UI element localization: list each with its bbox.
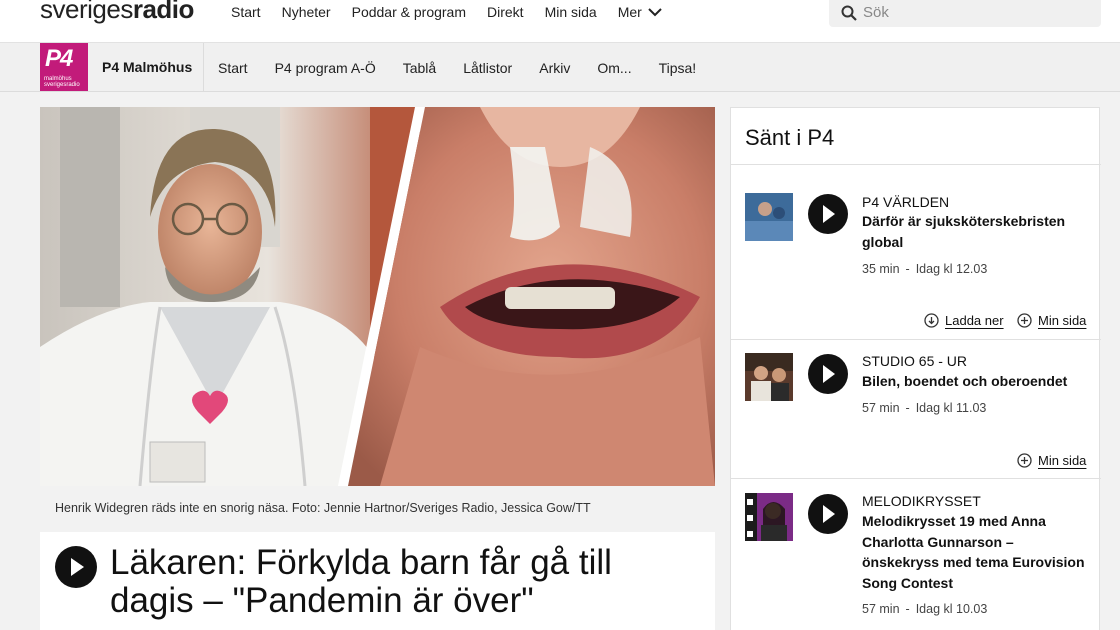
nav-nyheter[interactable]: Nyheter xyxy=(282,4,331,20)
p4-logo-subtext: malmöhus sverigesradio xyxy=(44,76,80,88)
episode-duration: 57 min xyxy=(862,602,900,616)
play-episode-button[interactable] xyxy=(808,354,848,394)
episode-item: STUDIO 65 - UR Bilen, boendet och oberoe… xyxy=(731,340,1101,478)
episode-title[interactable]: Melodikrysset 19 med Anna Charlotta Gunn… xyxy=(862,511,1087,593)
episode-title[interactable]: Bilen, boendet och oberoendet xyxy=(862,371,1087,392)
episode-program[interactable]: MELODIKRYSSET xyxy=(862,493,981,509)
channel-divider xyxy=(203,43,204,91)
search-input[interactable] xyxy=(863,2,1083,22)
main-nav: Start Nyheter Poddar & program Direkt Mi… xyxy=(231,4,683,20)
channel-bar: P4 malmöhus sverigesradio P4 Malmöhus Sta… xyxy=(0,43,1120,92)
episode-thumbnail[interactable] xyxy=(745,493,793,541)
play-episode-button[interactable] xyxy=(808,194,848,234)
channel-nav-latlistor[interactable]: Låtlistor xyxy=(463,60,512,76)
sveriges-radio-logo[interactable]: sverigesradio xyxy=(40,0,194,25)
p4-logo-sub2: sverigesradio xyxy=(44,82,80,88)
add-to-my-page-button[interactable]: Min sida xyxy=(1017,313,1086,328)
episode-program[interactable]: STUDIO 65 - UR xyxy=(862,353,967,369)
my-page-label: Min sida xyxy=(1038,313,1087,328)
top-header: sverigesradio Start Nyheter Poddar & pro… xyxy=(0,0,1120,43)
image-caption: Henrik Widegren räds inte en snorig näsa… xyxy=(40,486,715,532)
my-page-label: Min sida xyxy=(1038,453,1087,468)
download-icon xyxy=(924,313,939,328)
search-box[interactable] xyxy=(829,0,1101,27)
meta-separator: - xyxy=(905,602,910,616)
episode-title[interactable]: Därför är sjuksköterskebristen global xyxy=(862,211,1087,252)
episode-thumbnail-image xyxy=(745,493,793,541)
episode-time: Idag kl 12.03 xyxy=(915,262,988,276)
episode-program[interactable]: P4 VÄRLDEN xyxy=(862,194,949,210)
download-label: Ladda ner xyxy=(945,313,1004,328)
main-article-card: Henrik Widegren räds inte en snorig näsa… xyxy=(40,107,715,630)
meta-separator: - xyxy=(905,401,910,415)
p4-malmohus-logo[interactable]: P4 malmöhus sverigesradio xyxy=(40,43,88,91)
recent-broadcasts-panel: Sänt i P4 P4 VÄRLDEN Därför är sjuksköte… xyxy=(730,107,1101,630)
channel-nav-start[interactable]: Start xyxy=(218,60,248,76)
channel-nav-om[interactable]: Om... xyxy=(597,60,631,76)
panel-title: Sänt i P4 xyxy=(745,125,835,150)
nav-direkt[interactable]: Direkt xyxy=(487,4,524,20)
episode-meta: 57 min - Idag kl 10.03 xyxy=(862,602,987,616)
episode-item: P4 VÄRLDEN Därför är sjuksköterskebriste… xyxy=(731,165,1101,339)
chevron-down-icon xyxy=(648,7,662,16)
nav-more-label: Mer xyxy=(617,4,642,20)
plus-circle-icon xyxy=(1017,313,1032,328)
channel-nav-tabla[interactable]: Tablå xyxy=(403,60,436,76)
channel-name[interactable]: P4 Malmöhus xyxy=(102,59,192,75)
article-headline[interactable]: Läkaren: Förkylda barn får gå till dagis… xyxy=(110,544,690,620)
episode-thumbnail[interactable] xyxy=(745,353,793,401)
episode-time: Idag kl 11.03 xyxy=(915,401,987,415)
plus-circle-icon xyxy=(1017,453,1032,468)
search-icon xyxy=(841,5,857,21)
logo-text-radio: radio xyxy=(132,0,195,24)
download-button[interactable]: Ladda ner xyxy=(924,313,1004,328)
episode-item: MELODIKRYSSET Melodikrysset 19 med Anna … xyxy=(731,479,1101,630)
channel-nav-program[interactable]: P4 program A-Ö xyxy=(275,60,376,76)
episode-duration: 57 min xyxy=(862,401,900,415)
episode-thumbnail[interactable] xyxy=(745,193,793,241)
episode-thumbnail-image xyxy=(745,353,793,401)
channel-nav-arkiv[interactable]: Arkiv xyxy=(539,60,570,76)
hero-photo xyxy=(40,107,715,486)
play-article-button[interactable] xyxy=(55,546,97,588)
play-episode-button[interactable] xyxy=(808,494,848,534)
episode-duration: 35 min xyxy=(862,262,900,276)
episode-meta: 57 min - Idag kl 11.03 xyxy=(862,401,986,415)
article-hero-image[interactable] xyxy=(40,107,715,486)
add-to-my-page-button[interactable]: Min sida xyxy=(1017,453,1086,468)
nav-min-sida[interactable]: Min sida xyxy=(545,4,597,20)
meta-separator: - xyxy=(905,262,910,276)
logo-text-sveriges: sveriges xyxy=(40,0,133,24)
p4-logo-text: P4 xyxy=(45,45,73,72)
channel-nav: Start P4 program A-Ö Tablå Låtlistor Ark… xyxy=(218,60,723,76)
episode-meta: 35 min - Idag kl 12.03 xyxy=(862,262,987,276)
nav-more-button[interactable]: Mer xyxy=(618,4,662,20)
nav-start[interactable]: Start xyxy=(231,4,261,20)
episode-thumbnail-image xyxy=(745,193,793,241)
channel-nav-tipsa[interactable]: Tipsa! xyxy=(659,60,697,76)
nav-poddar[interactable]: Poddar & program xyxy=(352,4,466,20)
episode-time: Idag kl 10.03 xyxy=(915,602,988,616)
